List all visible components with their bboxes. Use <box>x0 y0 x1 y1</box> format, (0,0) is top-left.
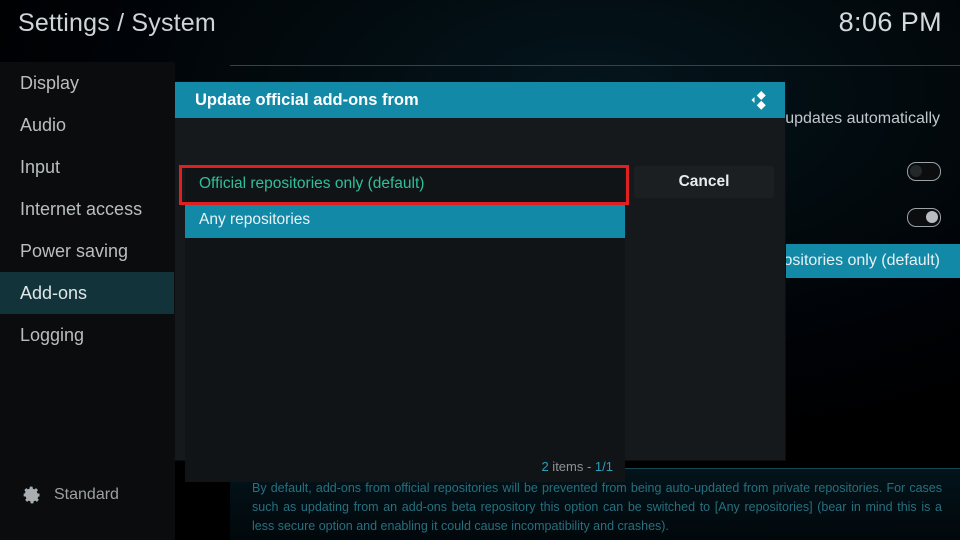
toggle-knob <box>910 164 922 177</box>
setting-value-update-source: ositories only (default) <box>783 252 940 269</box>
list-count: 2 items - 1/1 <box>541 459 613 474</box>
sidebar-item-add-ons[interactable]: Add-ons <box>0 272 175 314</box>
kodi-logo-icon <box>751 91 766 110</box>
options-list: Official repositories only (default) Any… <box>185 166 625 482</box>
panel-divider <box>230 65 960 66</box>
settings-level-button[interactable]: Standard <box>0 480 119 510</box>
settings-level-label: Standard <box>54 486 119 503</box>
sidebar-item-power-saving[interactable]: Power saving <box>0 230 175 272</box>
top-bar: Settings / System 8:06 PM <box>0 0 960 62</box>
dialog-header: Update official add-ons from <box>175 82 785 118</box>
sidebar-item-logging[interactable]: Logging <box>0 314 175 356</box>
sidebar-item-display[interactable]: Display <box>0 62 175 104</box>
sidebar-item-input[interactable]: Input <box>0 146 175 188</box>
toggle-switch-off[interactable] <box>907 161 941 181</box>
breadcrumb: Settings / System <box>18 9 216 37</box>
description-text: By default, add-ons from official reposi… <box>252 481 942 533</box>
dialog-title: Update official add-ons from <box>195 91 419 109</box>
list-count-items: 2 <box>541 459 549 474</box>
sidebar: Display Audio Input Internet access Powe… <box>0 62 175 540</box>
option-official-repositories-only[interactable]: Official repositories only (default) <box>185 166 625 202</box>
toggle-switch-on[interactable] <box>907 207 941 227</box>
list-count-separator: items - <box>548 459 595 474</box>
sidebar-item-internet-access[interactable]: Internet access <box>0 188 175 230</box>
clock: 8:06 PM <box>838 7 942 37</box>
sidebar-item-audio[interactable]: Audio <box>0 104 175 146</box>
dialog-body: Official repositories only (default) Any… <box>175 118 785 482</box>
list-count-page: 1/1 <box>594 459 613 474</box>
kodi-settings-screen: Settings / System 8:06 PM Display Audio … <box>0 0 960 540</box>
gear-icon <box>23 486 41 504</box>
cancel-button[interactable]: Cancel <box>634 166 774 198</box>
option-any-repositories[interactable]: Any repositories <box>185 202 625 238</box>
update-source-dialog: Update official add-ons from Official re… <box>175 82 785 482</box>
setting-label-auto-updates: updates automatically <box>785 110 940 127</box>
toggle-knob <box>926 210 938 223</box>
